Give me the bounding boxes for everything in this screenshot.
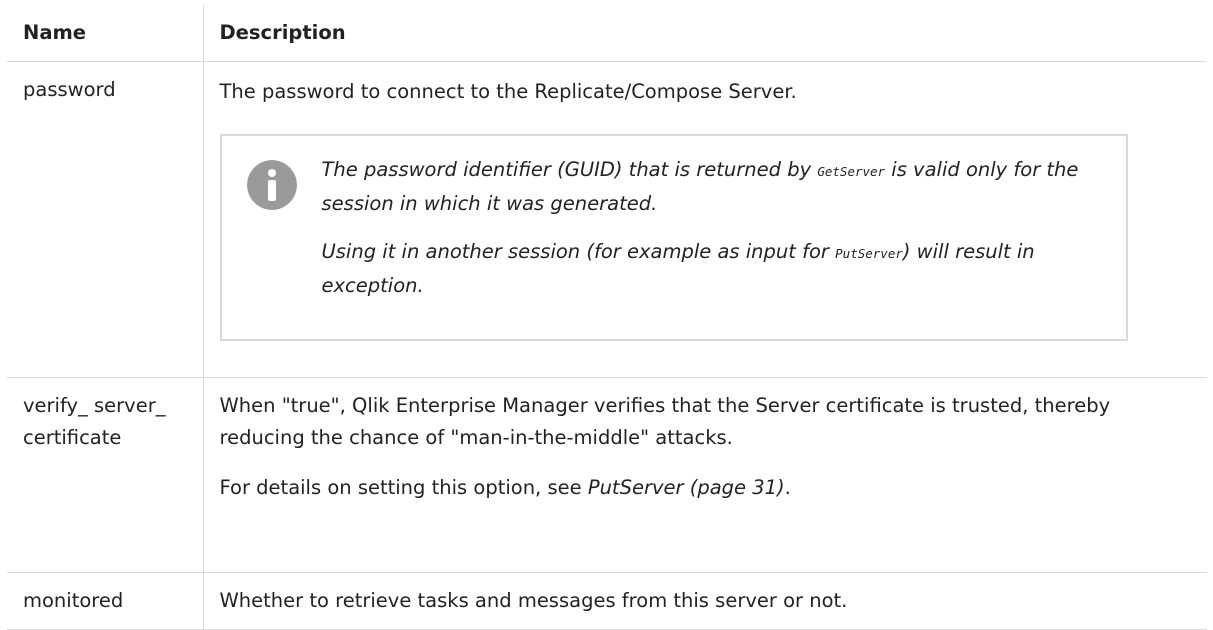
detail-text: . (784, 475, 791, 499)
note-text: Using it in another session (for example… (321, 239, 836, 263)
code-putserver: PutServer (835, 245, 903, 261)
table-row: verify_ server_ certificate When "true",… (7, 377, 1207, 573)
param-description: Whether to retrieve tasks and messages f… (219, 588, 848, 612)
param-description: The password to connect to the Replicate… (219, 79, 797, 103)
table-header-row: Name Description (7, 5, 1207, 62)
detail-line: For details on setting this option, see … (220, 472, 1192, 504)
parameters-table: Name Description password The password t… (7, 5, 1207, 630)
param-name: password (7, 61, 204, 378)
note-box: The password identifier (GUID) that is r… (219, 133, 1128, 341)
param-description-cell: The password to connect to the Replicate… (203, 61, 1207, 378)
info-icon (246, 159, 297, 210)
header-description: Description (203, 5, 1207, 62)
table-row: password The password to connect to the … (7, 61, 1207, 378)
detail-text: For details on setting this option, see (219, 475, 588, 499)
param-description: When "true", Qlik Enterprise Manager ver… (219, 393, 1111, 449)
note-paragraph: The password identifier (GUID) that is r… (322, 154, 1086, 220)
note-paragraph: Using it in another session (for example… (322, 236, 1086, 302)
code-getserver: GetServer (817, 163, 886, 179)
header-name: Name (7, 5, 204, 62)
note-text: The password identifier (GUID) that is r… (321, 157, 818, 181)
page-reference-link[interactable]: PutServer (page 31) (588, 476, 785, 499)
param-description-cell: When "true", Qlik Enterprise Manager ver… (203, 377, 1207, 573)
param-name: verify_ server_ certificate (7, 377, 204, 573)
